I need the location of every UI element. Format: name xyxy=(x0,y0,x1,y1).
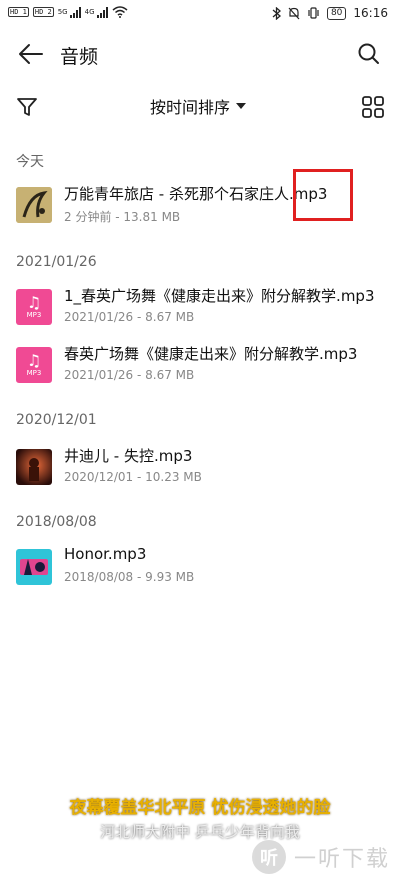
file-name: 万能青年旅店 - 杀死那个石家庄人.mp3 xyxy=(64,185,328,203)
search-button[interactable] xyxy=(356,41,382,67)
sim1-badge: HD 1 xyxy=(8,7,29,17)
file-name: Honor.mp3 xyxy=(64,545,147,563)
app-bar: 音频 xyxy=(0,32,400,76)
status-right: 80 16:16 xyxy=(272,6,388,20)
network-label-1: 5G xyxy=(57,8,68,16)
wifi-icon xyxy=(112,6,127,18)
file-meta: 2020/12/01 - 10.23 MB xyxy=(64,470,202,484)
bluetooth-icon xyxy=(272,6,281,20)
file-row[interactable]: 井迪儿 - 失控.mp3 2020/12/01 - 10.23 MB xyxy=(0,440,400,496)
status-time: 16:16 xyxy=(353,6,388,20)
page-title: 音频 xyxy=(60,46,99,68)
signal-icon xyxy=(69,6,81,18)
file-row[interactable]: ♫ MP3 春英广场舞《健康走出来》附分解教学.mp3 2021/01/26 -… xyxy=(0,338,400,394)
back-arrow-icon xyxy=(19,44,43,64)
section-header-date: 2018/08/08 xyxy=(16,514,97,530)
filter-icon xyxy=(17,98,37,116)
filter-bar: 按时间排序 xyxy=(0,88,400,128)
filter-button[interactable] xyxy=(14,94,40,120)
grid-view-button[interactable] xyxy=(360,94,386,120)
watermark-logo-icon: 听 xyxy=(251,840,286,874)
battery-icon: 80 xyxy=(326,6,347,20)
chevron-down-icon xyxy=(236,102,247,109)
file-meta: 2021/01/26 - 8.67 MB xyxy=(64,368,195,382)
file-row[interactable]: ♫ MP3 1_春英广场舞《健康走出来》附分解教学.mp3 2021/01/26… xyxy=(0,280,400,336)
network-label-2: 4G xyxy=(84,8,95,16)
search-icon xyxy=(358,43,379,64)
file-name: 1_春英广场舞《健康走出来》附分解教学.mp3 xyxy=(64,287,375,305)
section-header-date: 2020/12/01 xyxy=(16,412,97,428)
file-meta: 2021/01/26 - 8.67 MB xyxy=(64,310,195,324)
album-art-thumbnail xyxy=(16,449,52,485)
sort-dropdown[interactable]: 按时间排序 xyxy=(150,94,247,118)
signal-icon-2 xyxy=(96,6,108,18)
section-header-today: 今天 xyxy=(16,154,44,170)
file-meta: 2018/08/08 - 9.93 MB xyxy=(64,570,195,584)
subtitle-line-1: 夜幕覆盖华北平原 忧伤浸透她的脸 xyxy=(69,798,331,818)
grid-view-icon xyxy=(362,96,384,118)
file-name: 井迪儿 - 失控.mp3 xyxy=(64,447,193,465)
file-name: 春英广场舞《健康走出来》附分解教学.mp3 xyxy=(64,345,358,363)
status-bar: HD 1 HD 2 5G 4G 80 16:16 xyxy=(0,0,400,28)
album-art-thumbnail xyxy=(16,549,52,585)
mute-bell-icon xyxy=(288,7,300,19)
music-file-icon: ♫ MP3 xyxy=(16,347,52,383)
section-header-date: 2021/01/26 xyxy=(16,254,97,270)
sim2-badge: HD 2 xyxy=(32,7,54,17)
sort-label: 按时间排序 xyxy=(150,98,231,117)
watermark-text: 一听下载 xyxy=(293,847,390,872)
album-art-thumbnail xyxy=(16,187,52,223)
watermark: 听 一听下载 xyxy=(251,840,390,874)
file-meta: 2 分钟前 - 13.81 MB xyxy=(64,210,181,224)
file-row[interactable]: Honor.mp3 2018/08/08 - 9.93 MB xyxy=(0,540,400,596)
vibrate-icon xyxy=(308,7,319,19)
back-button[interactable] xyxy=(16,42,46,66)
music-file-icon: ♫ MP3 xyxy=(16,289,52,325)
status-left: HD 1 HD 2 5G 4G xyxy=(8,6,128,18)
subtitle-line-2: 河北师大附中 乒乓少年背向我 xyxy=(100,823,300,841)
highlight-box xyxy=(293,169,353,221)
